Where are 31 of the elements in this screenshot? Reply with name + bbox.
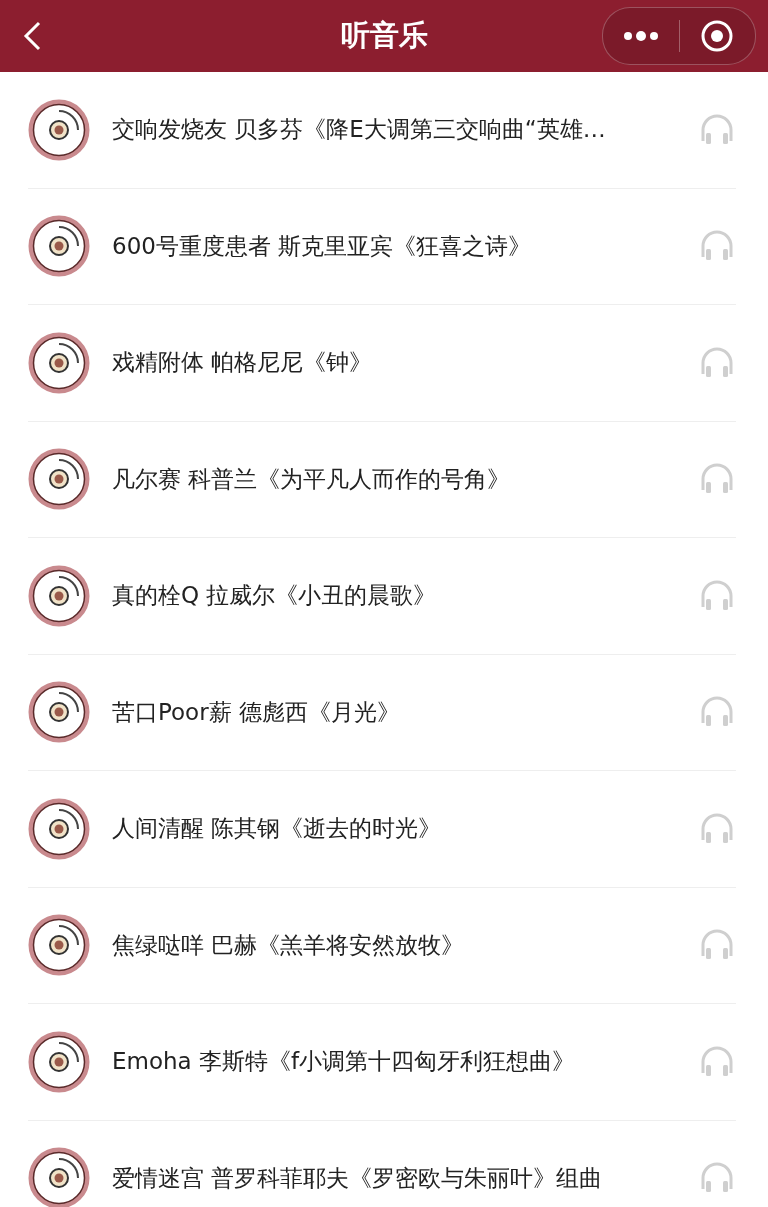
track-row[interactable]: 600号重度患者 斯克里亚宾《狂喜之诗》 [28, 188, 736, 305]
record-disc-icon [28, 215, 90, 278]
record-disc-icon [28, 914, 90, 977]
track-row[interactable]: 凡尔赛 科普兰《为平凡人而作的号角》 [28, 421, 736, 538]
record-disc-icon [28, 331, 90, 394]
track-title: 凡尔赛 科普兰《为平凡人而作的号角》 [112, 464, 512, 494]
track-title: Emoha 李斯特《f小调第十四匈牙利狂想曲》 [112, 1047, 577, 1077]
record-disc-icon [28, 797, 90, 860]
track-row[interactable]: 苦口Poor薪 德彪西《月光》 [28, 654, 736, 771]
track-title: 真的栓Q 拉威尔《小丑的晨歌》 [112, 581, 438, 611]
record-disc-icon [28, 98, 90, 161]
track-title: 焦绿哒咩 巴赫《羔羊将安然放牧》 [112, 930, 466, 960]
track-title: 苦口Poor薪 德彪西《月光》 [112, 697, 401, 727]
track-title: 交响发烧友 贝多芬《降E大调第三交响曲“英雄… [112, 115, 607, 145]
record-disc-icon [28, 448, 90, 511]
record-disc-icon [28, 564, 90, 627]
track-row[interactable]: Emoha 李斯特《f小调第十四匈牙利狂想曲》 [28, 1004, 736, 1121]
track-row[interactable]: 真的栓Q 拉威尔《小丑的晨歌》 [28, 538, 736, 655]
track-row[interactable]: 爱情迷宫 普罗科菲耶夫《罗密欧与朱丽叶》组曲 [28, 1120, 736, 1207]
back-icon[interactable] [22, 20, 42, 52]
track-title: 戏精附体 帕格尼尼《钟》 [112, 348, 374, 378]
page-title: 听音乐 [340, 17, 428, 54]
track-row[interactable]: 戏精附体 帕格尼尼《钟》 [28, 305, 736, 422]
track-title: 人间清醒 陈其钢《逝去的时光》 [112, 814, 443, 844]
record-disc-icon [28, 1030, 90, 1093]
track-row[interactable]: 交响发烧友 贝多芬《降E大调第三交响曲“英雄… [28, 72, 736, 189]
record-disc-icon [28, 681, 90, 744]
track-row[interactable]: 人间清醒 陈其钢《逝去的时光》 [28, 771, 736, 888]
track-title: 600号重度患者 斯克里亚宾《狂喜之诗》 [112, 231, 533, 261]
track-title: 爱情迷宫 普罗科菲耶夫《罗密欧与朱丽叶》组曲 [112, 1163, 604, 1193]
track-row[interactable]: 焦绿哒咩 巴赫《羔羊将安然放牧》 [28, 887, 736, 1004]
